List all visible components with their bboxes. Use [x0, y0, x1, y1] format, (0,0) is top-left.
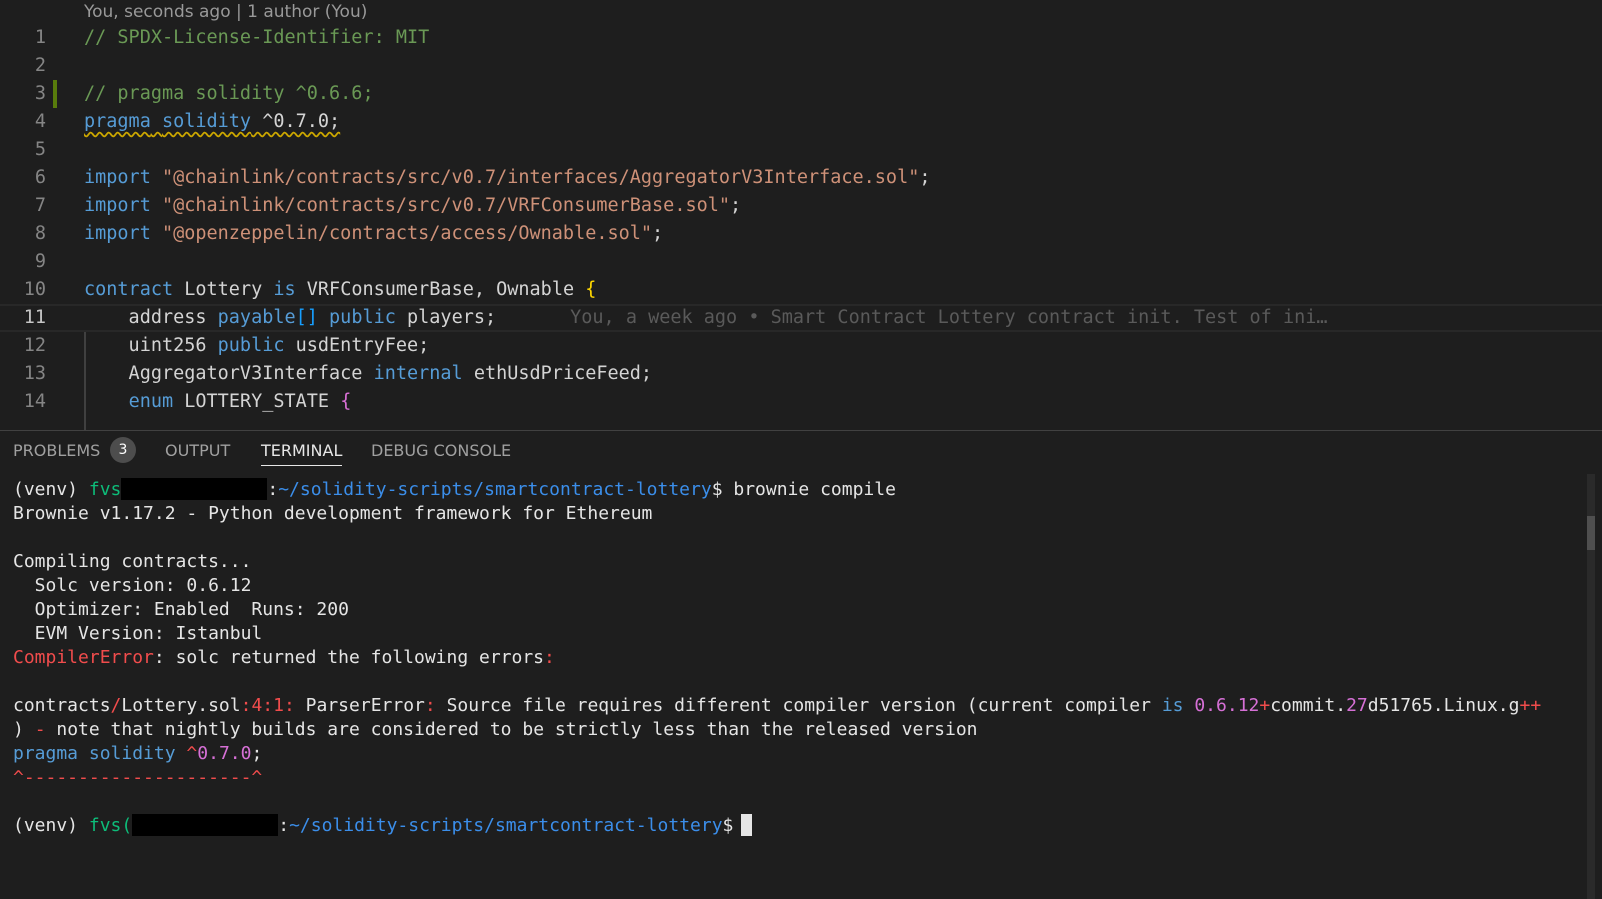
terminal-scrollbar[interactable] [1587, 474, 1595, 899]
code-text: import "@chainlink/contracts/src/v0.7/in… [84, 167, 931, 188]
terminal-scrollbar-thumb[interactable] [1587, 516, 1595, 550]
redacted-hostname [132, 814, 279, 836]
code-line[interactable]: 6 import "@chainlink/contracts/src/v0.7/i… [0, 164, 1602, 192]
code-text: enum LOTTERY_STATE { [128, 391, 352, 412]
code-line[interactable]: 3 // pragma solidity ^0.6.6; [0, 80, 1602, 108]
codelens-blame-header[interactable]: You, seconds ago | 1 author (You) [84, 0, 367, 24]
terminal-line: CompilerError: solc returned the followi… [13, 647, 555, 668]
code-text: import "@openzeppelin/contracts/access/O… [84, 223, 664, 244]
tab-problems[interactable]: PROBLEMS [13, 437, 100, 465]
code-text: uint256 public usdEntryFee; [84, 335, 430, 356]
code-text: // pragma solidity ^0.6.6; [84, 83, 374, 104]
line-number[interactable]: 1 [0, 24, 46, 52]
terminal-line: ^---------------------^ [13, 767, 263, 788]
code-text: address payable[] public players; You, a … [84, 307, 1328, 328]
line-number[interactable]: 13 [0, 360, 46, 388]
code-line[interactable]: 11 address payable[] public players; You,… [0, 304, 1602, 332]
line-number[interactable]: 14 [0, 388, 46, 416]
code-line[interactable]: 4 pragma solidity ^0.7.0; [0, 108, 1602, 136]
panel-tabs: PROBLEMS 3 OUTPUT TERMINAL DEBUG CONSOLE [0, 431, 1602, 471]
line-number[interactable]: 2 [0, 52, 46, 80]
line-number[interactable]: 5 [0, 136, 46, 164]
terminal-line: contracts/Lottery.sol:4:1: ParserError: … [13, 695, 1542, 716]
terminal-line: Brownie v1.17.2 - Python development fra… [13, 503, 653, 524]
code-text: // SPDX-License-Identifier: MIT [84, 27, 430, 48]
line-number[interactable]: 9 [0, 248, 46, 276]
line-number[interactable]: 11 [0, 306, 46, 330]
line-number[interactable]: 10 [0, 276, 46, 304]
tab-output[interactable]: OUTPUT [165, 437, 230, 465]
terminal-line: pragma solidity ^0.7.0; [13, 743, 263, 764]
code-line[interactable]: 10 contract Lottery is VRFConsumerBase, O… [0, 276, 1602, 304]
tab-terminal[interactable]: TERMINAL [261, 437, 343, 466]
problems-count-badge: 3 [110, 437, 136, 463]
line-number[interactable]: 6 [0, 164, 46, 192]
terminal-line: ) - note that nightly builds are conside… [13, 719, 978, 740]
terminal-line: (venv) fvs:~/solidity-scripts/smartcontr… [13, 478, 896, 500]
code-line[interactable]: 7 import "@chainlink/contracts/src/v0.7/V… [0, 192, 1602, 220]
code-line[interactable]: 5 [0, 136, 1602, 164]
line-number[interactable]: 12 [0, 332, 46, 360]
code-line[interactable]: 8 import "@openzeppelin/contracts/access/… [0, 220, 1602, 248]
code-line[interactable]: 1 // SPDX-License-Identifier: MIT [0, 24, 1602, 52]
code-line[interactable]: 14 enum LOTTERY_STATE { [0, 388, 1602, 416]
code-text: contract Lottery is VRFConsumerBase, Own… [84, 279, 597, 300]
code-line[interactable]: 9 [0, 248, 1602, 276]
tab-debug-console[interactable]: DEBUG CONSOLE [371, 437, 511, 465]
terminal-line: Optimizer: Enabled Runs: 200 [13, 599, 349, 620]
line-number[interactable]: 4 [0, 108, 46, 136]
code-text: pragma solidity ^0.7.0; [84, 111, 341, 132]
terminal-cursor [741, 814, 753, 836]
terminal-line: EVM Version: Istanbul [13, 623, 263, 644]
code-line[interactable]: 12 uint256 public usdEntryFee; [0, 332, 1602, 360]
modified-line-marker[interactable] [53, 80, 57, 108]
terminal-line: Solc version: 0.6.12 [13, 575, 252, 596]
code-text: AggregatorV3Interface internal ethUsdPri… [84, 363, 653, 384]
line-number[interactable]: 7 [0, 192, 46, 220]
terminal-line: (venv) fvs(:~/solidity-scripts/smartcont… [13, 814, 1583, 838]
code-line[interactable]: 2 [0, 52, 1602, 80]
redacted-hostname [121, 478, 268, 500]
inline-blame-annotation: You, a week ago • Smart Contract Lottery… [570, 307, 1328, 328]
terminal-line: Compiling contracts... [13, 551, 252, 572]
code-text: import "@chainlink/contracts/src/v0.7/VR… [84, 195, 742, 216]
code-editor[interactable]: You, seconds ago | 1 author (You) 1 // SP… [0, 0, 1602, 430]
line-number[interactable]: 8 [0, 220, 46, 248]
line-number[interactable]: 3 [0, 80, 46, 108]
bottom-panel: PROBLEMS 3 OUTPUT TERMINAL DEBUG CONSOLE… [0, 430, 1602, 899]
terminal-output[interactable]: (venv) fvs:~/solidity-scripts/smartcontr… [13, 478, 1583, 838]
code-line[interactable]: 13 AggregatorV3Interface internal ethUsd… [0, 360, 1602, 388]
